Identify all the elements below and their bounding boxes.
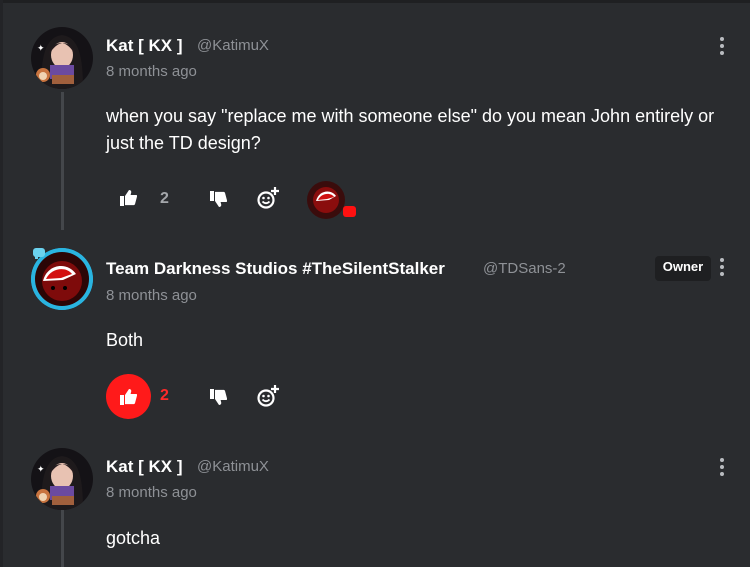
top-divider	[0, 0, 750, 3]
thread-line	[61, 510, 64, 567]
comment-handle[interactable]: @KatimuX	[197, 37, 269, 54]
svg-text:✦: ✦	[37, 465, 45, 475]
comment-handle[interactable]: @KatimuX	[197, 458, 269, 475]
svg-text:✦: ✦	[37, 44, 45, 54]
reactor-avatar[interactable]	[307, 181, 345, 219]
comment-timestamp[interactable]: 8 months ago	[106, 63, 197, 80]
add-reaction-icon[interactable]	[257, 385, 279, 412]
comment-author[interactable]: Team Darkness Studios #TheSilentStalker	[106, 259, 445, 279]
comment-timestamp[interactable]: 8 months ago	[106, 484, 197, 501]
avatar[interactable]: ✦	[31, 27, 93, 89]
more-options-icon[interactable]	[717, 458, 727, 478]
thumbs-down-icon[interactable]	[210, 389, 228, 410]
left-edge	[0, 0, 3, 567]
more-options-icon[interactable]	[717, 37, 727, 57]
thumbs-down-icon[interactable]	[210, 191, 228, 212]
thumbs-up-icon[interactable]	[120, 190, 138, 211]
reply-indicator-icon	[343, 206, 356, 217]
comment-text: Both	[106, 330, 144, 350]
like-count: 2	[160, 387, 169, 404]
add-reaction-icon[interactable]	[257, 187, 279, 214]
comment-author[interactable]: Kat [ KX ]	[106, 457, 183, 477]
comment-timestamp[interactable]: 8 months ago	[106, 287, 197, 304]
more-options-icon[interactable]	[717, 258, 727, 278]
avatar[interactable]: ✦	[31, 448, 93, 510]
comment-text: gotcha	[106, 528, 161, 548]
bubble-icon	[33, 247, 47, 265]
like-button-active[interactable]	[106, 374, 151, 419]
like-count: 2	[160, 190, 169, 207]
comment-handle[interactable]: @TDSans-2	[483, 260, 566, 277]
thread-line	[61, 92, 64, 230]
comment-text: when you say "replace me with someone el…	[106, 106, 715, 153]
comment-author[interactable]: Kat [ KX ]	[106, 36, 183, 56]
owner-badge: Owner	[655, 256, 711, 281]
